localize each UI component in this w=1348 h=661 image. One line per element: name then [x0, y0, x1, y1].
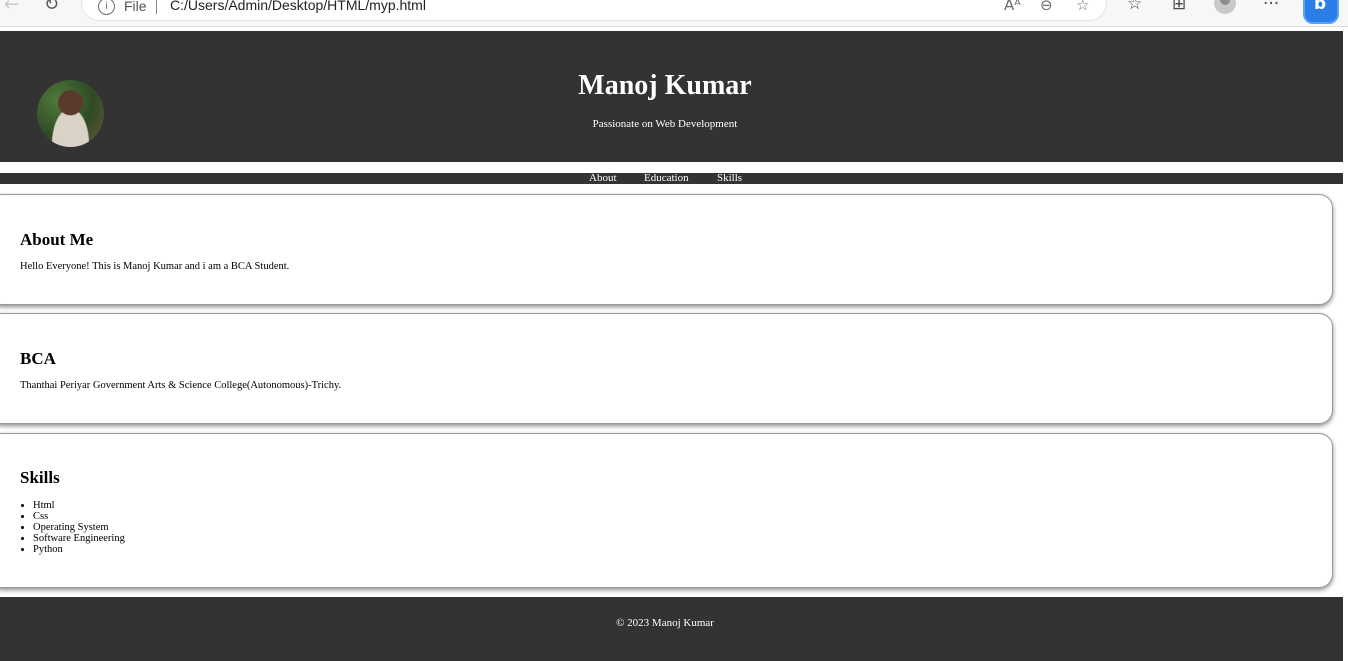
nav-link-education[interactable]: Education — [644, 171, 689, 185]
skill-item: Python — [33, 544, 125, 555]
collections-icon[interactable]: ⊞ — [1172, 0, 1186, 14]
address-divider — [156, 0, 157, 14]
page-footer: © 2023 Manoj Kumar — [0, 597, 1343, 661]
read-aloud-icon[interactable]: Aᴬ — [1004, 0, 1021, 14]
page-header: Manoj Kumar Passionate on Web Developmen… — [0, 31, 1343, 162]
skills-heading: Skills — [20, 468, 60, 487]
skill-item: Operating System — [33, 522, 125, 533]
more-icon[interactable]: ··· — [1263, 0, 1279, 14]
skill-item: Html — [33, 500, 125, 511]
address-bar[interactable]: i File C:/Users/Admin/Desktop/HTML/myp.h… — [82, 0, 1106, 20]
education-section: BCA Thanthai Periyar Government Arts & S… — [0, 313, 1333, 424]
page-title: Manoj Kumar — [578, 70, 752, 101]
skills-list: Html Css Operating System Software Engin… — [20, 500, 125, 555]
copyright-text: © 2023 Manoj Kumar — [616, 617, 714, 629]
education-text: Thanthai Periyar Government Arts & Scien… — [20, 380, 342, 391]
nav-link-skills[interactable]: Skills — [717, 171, 742, 185]
url-text[interactable]: C:/Users/Admin/Desktop/HTML/myp.html — [170, 0, 426, 13]
info-icon[interactable]: i — [98, 0, 115, 15]
skills-section: Skills Html Css Operating System Softwar… — [0, 433, 1333, 588]
favorite-add-icon[interactable]: ☆ — [1076, 0, 1089, 14]
file-label: File — [124, 0, 147, 14]
education-heading: BCA — [20, 349, 56, 368]
back-icon[interactable]: ← — [4, 0, 19, 15]
nav-bar: About Education Skills — [0, 171, 1343, 185]
skill-item: Software Engineering — [33, 533, 125, 544]
profile-icon[interactable] — [1214, 0, 1236, 14]
bing-icon[interactable]: b — [1303, 0, 1339, 24]
browser-toolbar: ← ↻ i File C:/Users/Admin/Desktop/HTML/m… — [0, 0, 1348, 27]
about-section: About Me Hello Everyone! This is Manoj K… — [0, 194, 1333, 305]
favorites-icon[interactable]: ☆ — [1127, 0, 1142, 14]
skill-item: Css — [33, 511, 125, 522]
zoom-out-icon[interactable]: ⊖ — [1040, 0, 1053, 14]
reload-icon[interactable]: ↻ — [44, 0, 59, 15]
tagline: Passionate on Web Development — [592, 118, 738, 130]
about-heading: About Me — [20, 230, 94, 249]
nav-link-about[interactable]: About — [589, 171, 617, 185]
about-text: Hello Everyone! This is Manoj Kumar and … — [20, 261, 290, 272]
